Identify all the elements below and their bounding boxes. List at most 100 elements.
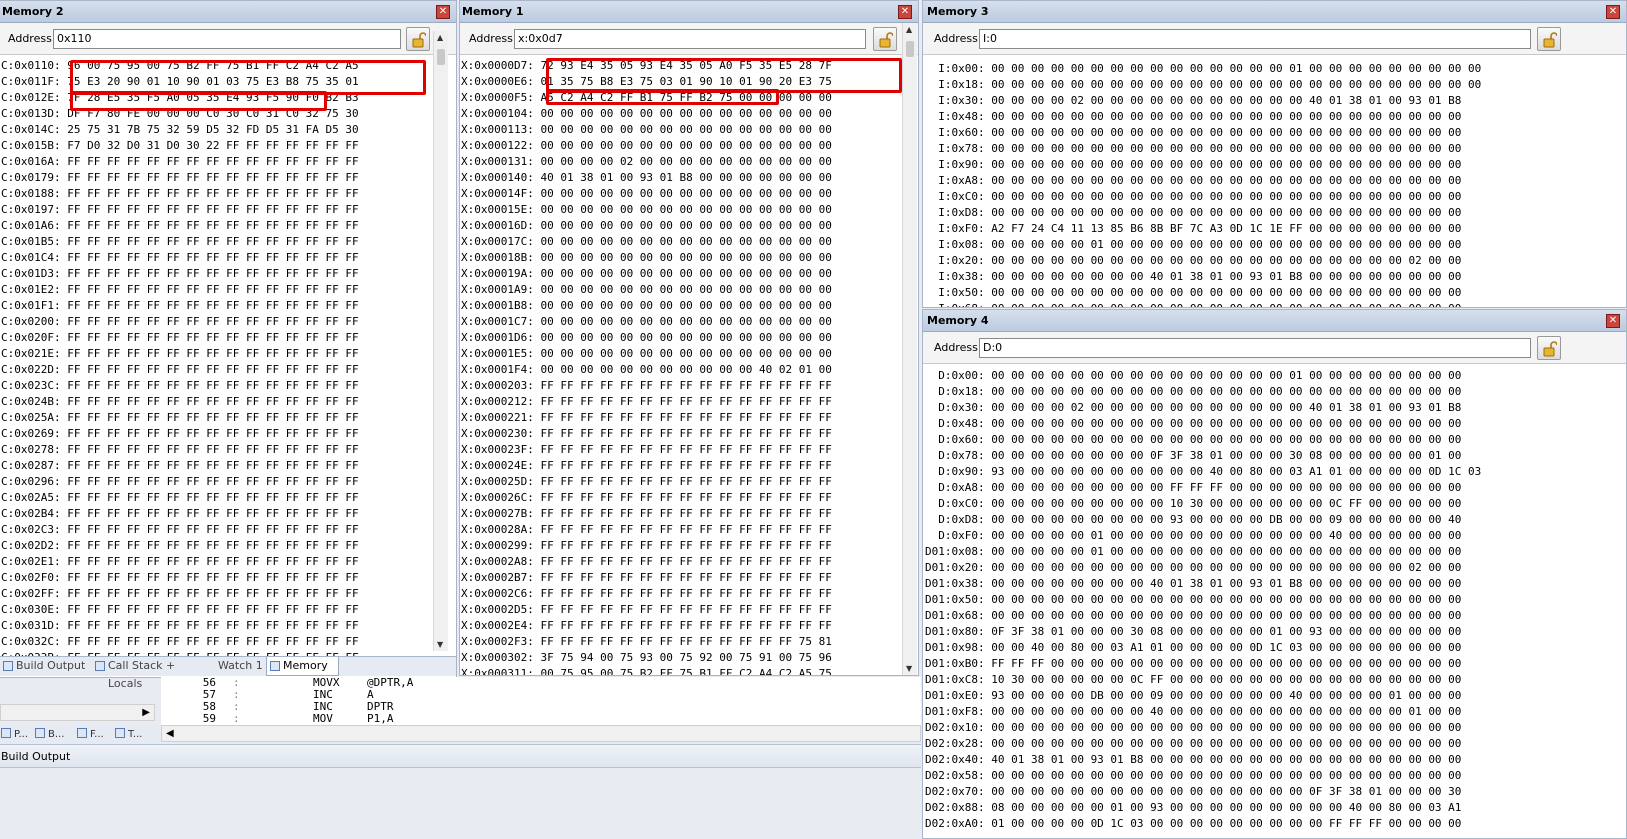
memory-row[interactable]: C:0x02A5: FF FF FF FF FF FF FF FF FF FF …	[1, 490, 359, 506]
memory-row[interactable]: X:0x00014F: 00 00 00 00 00 00 00 00 00 0…	[461, 186, 832, 202]
memory2-close-button[interactable]: ✕	[436, 5, 450, 19]
memory-row[interactable]: I:0xF0: A2 F7 24 C4 11 13 85 B6 8B BF 7C…	[925, 221, 1481, 237]
memory-row[interactable]: C:0x031D: FF FF FF FF FF FF FF FF FF FF …	[1, 618, 359, 634]
memory-row[interactable]: I:0x78: 00 00 00 00 00 00 00 00 00 00 00…	[925, 141, 1481, 157]
code-line[interactable]: 56: MOVX @DPTR,A	[161, 677, 921, 689]
memory-row[interactable]: C:0x0197: FF FF FF FF FF FF FF FF FF FF …	[1, 202, 359, 218]
memory-row[interactable]: C:0x02C3: FF FF FF FF FF FF FF FF FF FF …	[1, 522, 359, 538]
code-line[interactable]: 59: MOV P1,A	[161, 713, 921, 725]
memory-row[interactable]: D:0xF0: 00 00 00 00 00 01 00 00 00 00 00…	[925, 528, 1481, 544]
memory-row[interactable]: C:0x0179: FF FF FF FF FF FF FF FF FF FF …	[1, 170, 359, 186]
memory-row[interactable]: C:0x01F1: FF FF FF FF FF FF FF FF FF FF …	[1, 298, 359, 314]
memory-row[interactable]: I:0x08: 00 00 00 00 00 01 00 00 00 00 00…	[925, 237, 1481, 253]
memory-row[interactable]: D01:0x08: 00 00 00 00 00 01 00 00 00 00 …	[925, 544, 1481, 560]
memory-row[interactable]: X:0x000299: FF FF FF FF FF FF FF FF FF F…	[461, 538, 832, 554]
memory-row[interactable]: C:0x023C: FF FF FF FF FF FF FF FF FF FF …	[1, 378, 359, 394]
memory-row[interactable]: I:0x18: 00 00 00 00 00 00 00 00 00 00 00…	[925, 77, 1481, 93]
scroll-up-icon[interactable]: ▲	[437, 33, 443, 42]
memory-row[interactable]: X:0x00028A: FF FF FF FF FF FF FF FF FF F…	[461, 522, 832, 538]
memory4-close-button[interactable]: ✕	[1606, 314, 1620, 328]
memory-row[interactable]: X:0x0002B7: FF FF FF FF FF FF FF FF FF F…	[461, 570, 832, 586]
memory-row[interactable]: C:0x02E1: FF FF FF FF FF FF FF FF FF FF …	[1, 554, 359, 570]
memory-row[interactable]: C:0x0188: FF FF FF FF FF FF FF FF FF FF …	[1, 186, 359, 202]
memory3-lock-button[interactable]	[1537, 27, 1561, 51]
memory-row[interactable]: X:0x000230: FF FF FF FF FF FF FF FF FF F…	[461, 426, 832, 442]
project-tab[interactable]: F...	[76, 726, 104, 742]
memory-row[interactable]: I:0xA8: 00 00 00 00 00 00 00 00 00 00 00…	[925, 173, 1481, 189]
memory-row[interactable]: D01:0x98: 00 00 40 00 80 00 03 A1 01 00 …	[925, 640, 1481, 656]
code-line[interactable]: 58: INC DPTR	[161, 701, 921, 713]
memory3-address-input[interactable]: I:0	[979, 29, 1531, 49]
scroll-thumb[interactable]	[906, 41, 914, 57]
memory-row[interactable]: X:0x00024E: FF FF FF FF FF FF FF FF FF F…	[461, 458, 832, 474]
memory-row[interactable]: D01:0x20: 00 00 00 00 00 00 00 00 00 00 …	[925, 560, 1481, 576]
memory-row[interactable]: X:0x000203: FF FF FF FF FF FF FF FF FF F…	[461, 378, 832, 394]
memory-row[interactable]: D:0x00: 00 00 00 00 00 00 00 00 00 00 00…	[925, 368, 1481, 384]
memory-row[interactable]: I:0x38: 00 00 00 00 00 00 00 00 40 01 38…	[925, 269, 1481, 285]
memory-row[interactable]: I:0xD8: 00 00 00 00 00 00 00 00 00 00 00…	[925, 205, 1481, 221]
memory-row[interactable]: C:0x01A6: FF FF FF FF FF FF FF FF FF FF …	[1, 218, 359, 234]
memory2-lock-button[interactable]	[406, 27, 430, 51]
memory-row[interactable]: C:0x0287: FF FF FF FF FF FF FF FF FF FF …	[1, 458, 359, 474]
memory-row[interactable]: I:0x68: 00 00 00 00 00 00 00 00 00 00 00…	[925, 301, 1481, 307]
memory-row[interactable]: X:0x0001F4: 00 00 00 00 00 00 00 00 00 0…	[461, 362, 832, 378]
memory-row[interactable]: I:0x30: 00 00 00 00 02 00 00 00 00 00 00…	[925, 93, 1481, 109]
memory-row[interactable]: C:0x032C: FF FF FF FF FF FF FF FF FF FF …	[1, 634, 359, 650]
memory-row[interactable]: X:0x00016D: 00 00 00 00 00 00 00 00 00 0…	[461, 218, 832, 234]
memory-row[interactable]: I:0xC0: 00 00 00 00 00 00 00 00 00 00 00…	[925, 189, 1481, 205]
memory1-close-button[interactable]: ✕	[898, 5, 912, 19]
memory-row[interactable]: X:0x000140: 40 01 38 01 00 93 01 B8 00 0…	[461, 170, 832, 186]
project-tab[interactable]: B...	[34, 726, 64, 742]
memory-row[interactable]: C:0x0269: FF FF FF FF FF FF FF FF FF FF …	[1, 426, 359, 442]
memory-row[interactable]: D:0x60: 00 00 00 00 00 00 00 00 00 00 00…	[925, 432, 1481, 448]
code-horizontal-scrollbar[interactable]: ◀	[161, 725, 921, 742]
memory-row[interactable]: X:0x000311: 00 75 95 00 75 B2 FF 75 B1 F…	[461, 666, 832, 675]
memory-row[interactable]: D01:0x80: 0F 3F 38 01 00 00 00 30 08 00 …	[925, 624, 1481, 640]
memory-row[interactable]: C:0x015B: F7 D0 32 D0 31 D0 30 22 FF FF …	[1, 138, 359, 154]
memory-row[interactable]: C:0x0278: FF FF FF FF FF FF FF FF FF FF …	[1, 442, 359, 458]
memory-row[interactable]: C:0x0296: FF FF FF FF FF FF FF FF FF FF …	[1, 474, 359, 490]
memory-row[interactable]: X:0x00023F: FF FF FF FF FF FF FF FF FF F…	[461, 442, 832, 458]
memory-row[interactable]: D:0xA8: 00 00 00 00 00 00 00 00 00 FF FF…	[925, 480, 1481, 496]
scroll-left-icon[interactable]: ◀	[162, 728, 174, 739]
memory-row[interactable]: X:0x0001A9: 00 00 00 00 00 00 00 00 00 0…	[461, 282, 832, 298]
memory4-lock-button[interactable]	[1537, 336, 1561, 360]
memory-row[interactable]: X:0x000221: FF FF FF FF FF FF FF FF FF F…	[461, 410, 832, 426]
project-horizontal-scrollbar[interactable]: ▶	[0, 704, 155, 721]
memory1-address-input[interactable]: x:0x0d7	[514, 29, 866, 49]
memory-row[interactable]: C:0x01D3: FF FF FF FF FF FF FF FF FF FF …	[1, 266, 359, 282]
code-line[interactable]: 57: INC A	[161, 689, 921, 701]
memory-row[interactable]: C:0x025A: FF FF FF FF FF FF FF FF FF FF …	[1, 410, 359, 426]
memory-row[interactable]: C:0x02F0: FF FF FF FF FF FF FF FF FF FF …	[1, 570, 359, 586]
scroll-down-icon[interactable]: ▼	[906, 664, 912, 673]
tab-watch1[interactable]: Watch 1	[214, 657, 264, 676]
memory-row[interactable]: X:0x0001B8: 00 00 00 00 00 00 00 00 00 0…	[461, 298, 832, 314]
memory-row[interactable]: D:0xC0: 00 00 00 00 00 00 00 00 00 10 30…	[925, 496, 1481, 512]
memory-row[interactable]: D:0x30: 00 00 00 00 02 00 00 00 00 00 00…	[925, 400, 1481, 416]
memory-row[interactable]: X:0x00015E: 00 00 00 00 00 00 00 00 00 0…	[461, 202, 832, 218]
memory-row[interactable]: C:0x014C: 25 75 31 7B 75 32 59 D5 32 FD …	[1, 122, 359, 138]
memory-row[interactable]: C:0x02FF: FF FF FF FF FF FF FF FF FF FF …	[1, 586, 359, 602]
memory-row[interactable]: D:0xD8: 00 00 00 00 00 00 00 00 00 93 00…	[925, 512, 1481, 528]
memory-row[interactable]: C:0x0200: FF FF FF FF FF FF FF FF FF FF …	[1, 314, 359, 330]
scroll-up-icon[interactable]: ▲	[906, 25, 912, 34]
memory-row[interactable]: X:0x0001E5: 00 00 00 00 00 00 00 00 00 0…	[461, 346, 832, 362]
memory3-close-button[interactable]: ✕	[1606, 5, 1620, 19]
memory2-address-input[interactable]: 0x110	[53, 29, 401, 49]
memory-row[interactable]: D02:0x40: 40 01 38 01 00 93 01 B8 00 00 …	[925, 752, 1481, 768]
memory-row[interactable]: D:0x90: 93 00 00 00 00 00 00 00 00 00 00…	[925, 464, 1481, 480]
scroll-right-icon[interactable]: ▶	[142, 705, 150, 720]
memory4-address-input[interactable]: D:0	[979, 338, 1531, 358]
memory-row[interactable]: X:0x0002D5: FF FF FF FF FF FF FF FF FF F…	[461, 602, 832, 618]
memory-row[interactable]: C:0x022D: FF FF FF FF FF FF FF FF FF FF …	[1, 362, 359, 378]
memory-row[interactable]: I:0x60: 00 00 00 00 00 00 00 00 00 00 00…	[925, 125, 1481, 141]
project-tab[interactable]: T...	[114, 726, 142, 742]
memory-row[interactable]: C:0x024B: FF FF FF FF FF FF FF FF FF FF …	[1, 394, 359, 410]
memory-row[interactable]: X:0x0001C7: 00 00 00 00 00 00 00 00 00 0…	[461, 314, 832, 330]
memory-row[interactable]: D01:0xC8: 10 30 00 00 00 00 00 0C FF 00 …	[925, 672, 1481, 688]
memory-row[interactable]: D02:0x10: 00 00 00 00 00 00 00 00 00 00 …	[925, 720, 1481, 736]
memory-row[interactable]: D:0x18: 00 00 00 00 00 00 00 00 00 00 00…	[925, 384, 1481, 400]
memory-row[interactable]: I:0x90: 00 00 00 00 00 00 00 00 00 00 00…	[925, 157, 1481, 173]
memory-row[interactable]: X:0x00027B: FF FF FF FF FF FF FF FF FF F…	[461, 506, 832, 522]
scroll-down-icon[interactable]: ▼	[437, 640, 443, 649]
